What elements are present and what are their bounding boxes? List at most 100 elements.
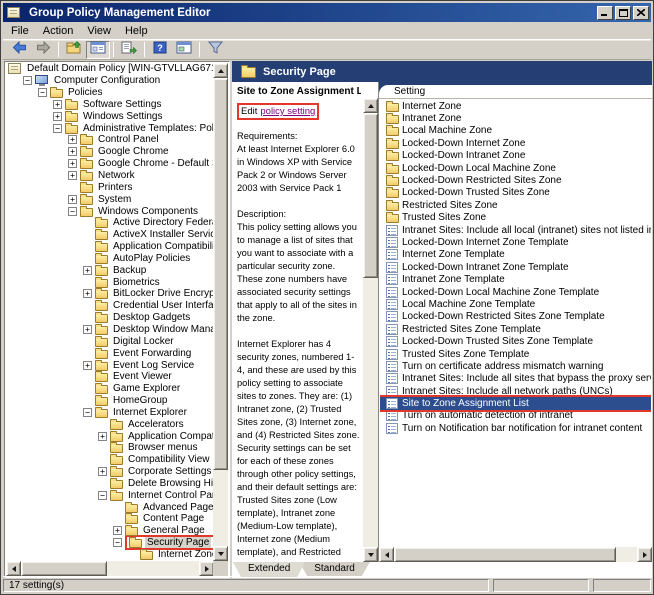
setting-row[interactable]: Locked-Down Trusted Sites Zone xyxy=(380,187,651,199)
scroll-right-button[interactable] xyxy=(637,547,652,562)
menu-view[interactable]: View xyxy=(80,24,118,38)
setting-row[interactable]: Locked-Down Local Machine Zone Template xyxy=(380,286,651,298)
collapse-icon[interactable]: − xyxy=(53,124,62,133)
scroll-thumb[interactable] xyxy=(394,547,616,562)
tree-item[interactable]: +Software Settings xyxy=(6,99,214,111)
collapse-icon[interactable]: − xyxy=(113,538,122,547)
expand-icon[interactable]: + xyxy=(68,135,77,144)
setting-row[interactable]: Intranet Sites: Include all sites that b… xyxy=(380,373,651,385)
tree-item[interactable]: Content Page xyxy=(6,513,214,525)
tree-item[interactable]: −Security Page xyxy=(6,537,214,549)
tree-item[interactable]: +BitLocker Drive Encryption xyxy=(6,288,214,300)
expand-icon[interactable]: + xyxy=(83,325,92,334)
setting-row[interactable]: Local Machine Zone Template xyxy=(380,298,651,310)
tree-item[interactable]: Accelerators xyxy=(6,418,214,430)
collapse-icon[interactable]: − xyxy=(68,207,77,216)
tree-item[interactable]: +Control Panel xyxy=(6,134,214,146)
scroll-down-button[interactable] xyxy=(213,546,228,561)
setting-row[interactable]: Turn on certificate address mismatch war… xyxy=(380,360,651,372)
setting-row[interactable]: Intranet Sites: Include all network path… xyxy=(380,385,651,397)
tree-item[interactable]: Digital Locker xyxy=(6,335,214,347)
tree-item[interactable]: HomeGroup xyxy=(6,395,214,407)
expand-icon[interactable]: + xyxy=(98,467,107,476)
tree-item[interactable]: Event Forwarding xyxy=(6,347,214,359)
expand-icon[interactable]: + xyxy=(83,289,92,298)
setting-row[interactable]: Locked-Down Intranet Zone Template xyxy=(380,261,651,273)
setting-row[interactable]: Locked-Down Restricted Sites Zone xyxy=(380,174,651,186)
tree-item[interactable]: +Corporate Settings xyxy=(6,466,214,478)
collapse-icon[interactable]: − xyxy=(38,88,47,97)
tree-item[interactable]: −Administrative Templates: Policy defini… xyxy=(6,122,214,134)
up-one-level-button[interactable] xyxy=(62,41,86,59)
setting-row[interactable]: Local Machine Zone xyxy=(380,125,651,137)
setting-row[interactable]: Internet Zone Template xyxy=(380,249,651,261)
export-list-button[interactable] xyxy=(117,41,141,59)
tree-item[interactable]: ActiveX Installer Service xyxy=(6,229,214,241)
tree-item[interactable]: Application Compatibility xyxy=(6,241,214,253)
expand-icon[interactable]: + xyxy=(68,195,77,204)
expand-icon[interactable]: + xyxy=(53,112,62,121)
scroll-up-button[interactable] xyxy=(213,63,228,78)
setting-row[interactable]: Turn on automatic detection of intranet xyxy=(380,410,651,422)
setting-row[interactable]: Restricted Sites Zone Template xyxy=(380,323,651,335)
scroll-up-button[interactable] xyxy=(363,98,378,113)
tree-item[interactable]: Printers xyxy=(6,181,214,193)
title-bar[interactable]: Group Policy Management Editor xyxy=(3,3,651,22)
collapse-icon[interactable]: − xyxy=(83,408,92,417)
tree-item[interactable]: Internet Zone xyxy=(6,549,214,561)
setting-row[interactable]: Locked-Down Internet Zone xyxy=(380,137,651,149)
setting-row[interactable]: Locked-Down Restricted Sites Zone Templa… xyxy=(380,311,651,323)
tree-item[interactable]: Desktop Gadgets xyxy=(6,312,214,324)
annotated-setting-row[interactable]: Site to Zone Assignment List xyxy=(380,397,651,409)
setting-row[interactable]: Intranet Zone xyxy=(380,112,651,124)
setting-row[interactable]: Turn on Notification bar notification fo… xyxy=(380,422,651,434)
scroll-right-button[interactable] xyxy=(199,561,214,576)
setting-row[interactable]: Trusted Sites Zone xyxy=(380,212,651,224)
tree-item[interactable]: +Desktop Window Manager xyxy=(6,324,214,336)
close-button[interactable] xyxy=(633,6,649,20)
expand-icon[interactable]: + xyxy=(68,171,77,180)
expand-icon[interactable]: + xyxy=(113,526,122,535)
expand-icon[interactable]: + xyxy=(83,266,92,275)
show-console-tree-button[interactable] xyxy=(86,41,110,59)
tree-item[interactable]: AutoPlay Policies xyxy=(6,253,214,265)
column-header-setting[interactable]: Setting xyxy=(379,86,652,99)
expand-icon[interactable]: + xyxy=(53,100,62,109)
tree-item[interactable]: −Computer Configuration xyxy=(6,75,214,87)
properties-window-button[interactable] xyxy=(172,41,196,59)
tab-standard[interactable]: Standard xyxy=(299,562,370,576)
tree-item[interactable]: +Backup xyxy=(6,264,214,276)
tree-item[interactable]: −Windows Components xyxy=(6,205,214,217)
maximize-button[interactable] xyxy=(615,6,631,20)
filter-button[interactable] xyxy=(203,41,227,59)
scroll-thumb[interactable] xyxy=(213,78,228,470)
tree-item[interactable]: Credential User Interface xyxy=(6,300,214,312)
help-button[interactable]: ? xyxy=(148,41,172,59)
tree-item[interactable]: Game Explorer xyxy=(6,383,214,395)
setting-row[interactable]: Intranet Sites: Include all local (intra… xyxy=(380,224,651,236)
tree-item[interactable]: Event Viewer xyxy=(6,371,214,383)
tree-item[interactable]: +Google Chrome xyxy=(6,146,214,158)
scroll-down-button[interactable] xyxy=(363,547,378,562)
setting-row[interactable]: Locked-Down Local Machine Zone xyxy=(380,162,651,174)
tree-item[interactable]: Advanced Page xyxy=(6,501,214,513)
menu-file[interactable]: File xyxy=(4,24,36,38)
scroll-thumb[interactable] xyxy=(21,561,107,576)
tree-item[interactable]: −Policies xyxy=(6,87,214,99)
tree-item[interactable]: +System xyxy=(6,193,214,205)
tree-item[interactable]: −Internet Explorer xyxy=(6,406,214,418)
setting-row[interactable]: Locked-Down Trusted Sites Zone Template xyxy=(380,335,651,347)
edit-policy-setting-link[interactable]: policy setting xyxy=(260,105,315,118)
forward-button[interactable] xyxy=(31,41,55,59)
tree-item[interactable]: Compatibility View xyxy=(6,454,214,466)
tree-item[interactable]: Active Directory Federation Servic xyxy=(6,217,214,229)
setting-row[interactable]: Internet Zone xyxy=(380,100,651,112)
expand-icon[interactable]: + xyxy=(83,361,92,370)
menu-help[interactable]: Help xyxy=(118,24,155,38)
tree-item[interactable]: −Internet Control Panel xyxy=(6,489,214,501)
setting-row[interactable]: Restricted Sites Zone xyxy=(380,199,651,211)
expand-icon[interactable]: + xyxy=(68,159,77,168)
minimize-button[interactable] xyxy=(597,6,613,20)
back-button[interactable] xyxy=(7,41,31,59)
tree-item[interactable]: +Windows Settings xyxy=(6,110,214,122)
